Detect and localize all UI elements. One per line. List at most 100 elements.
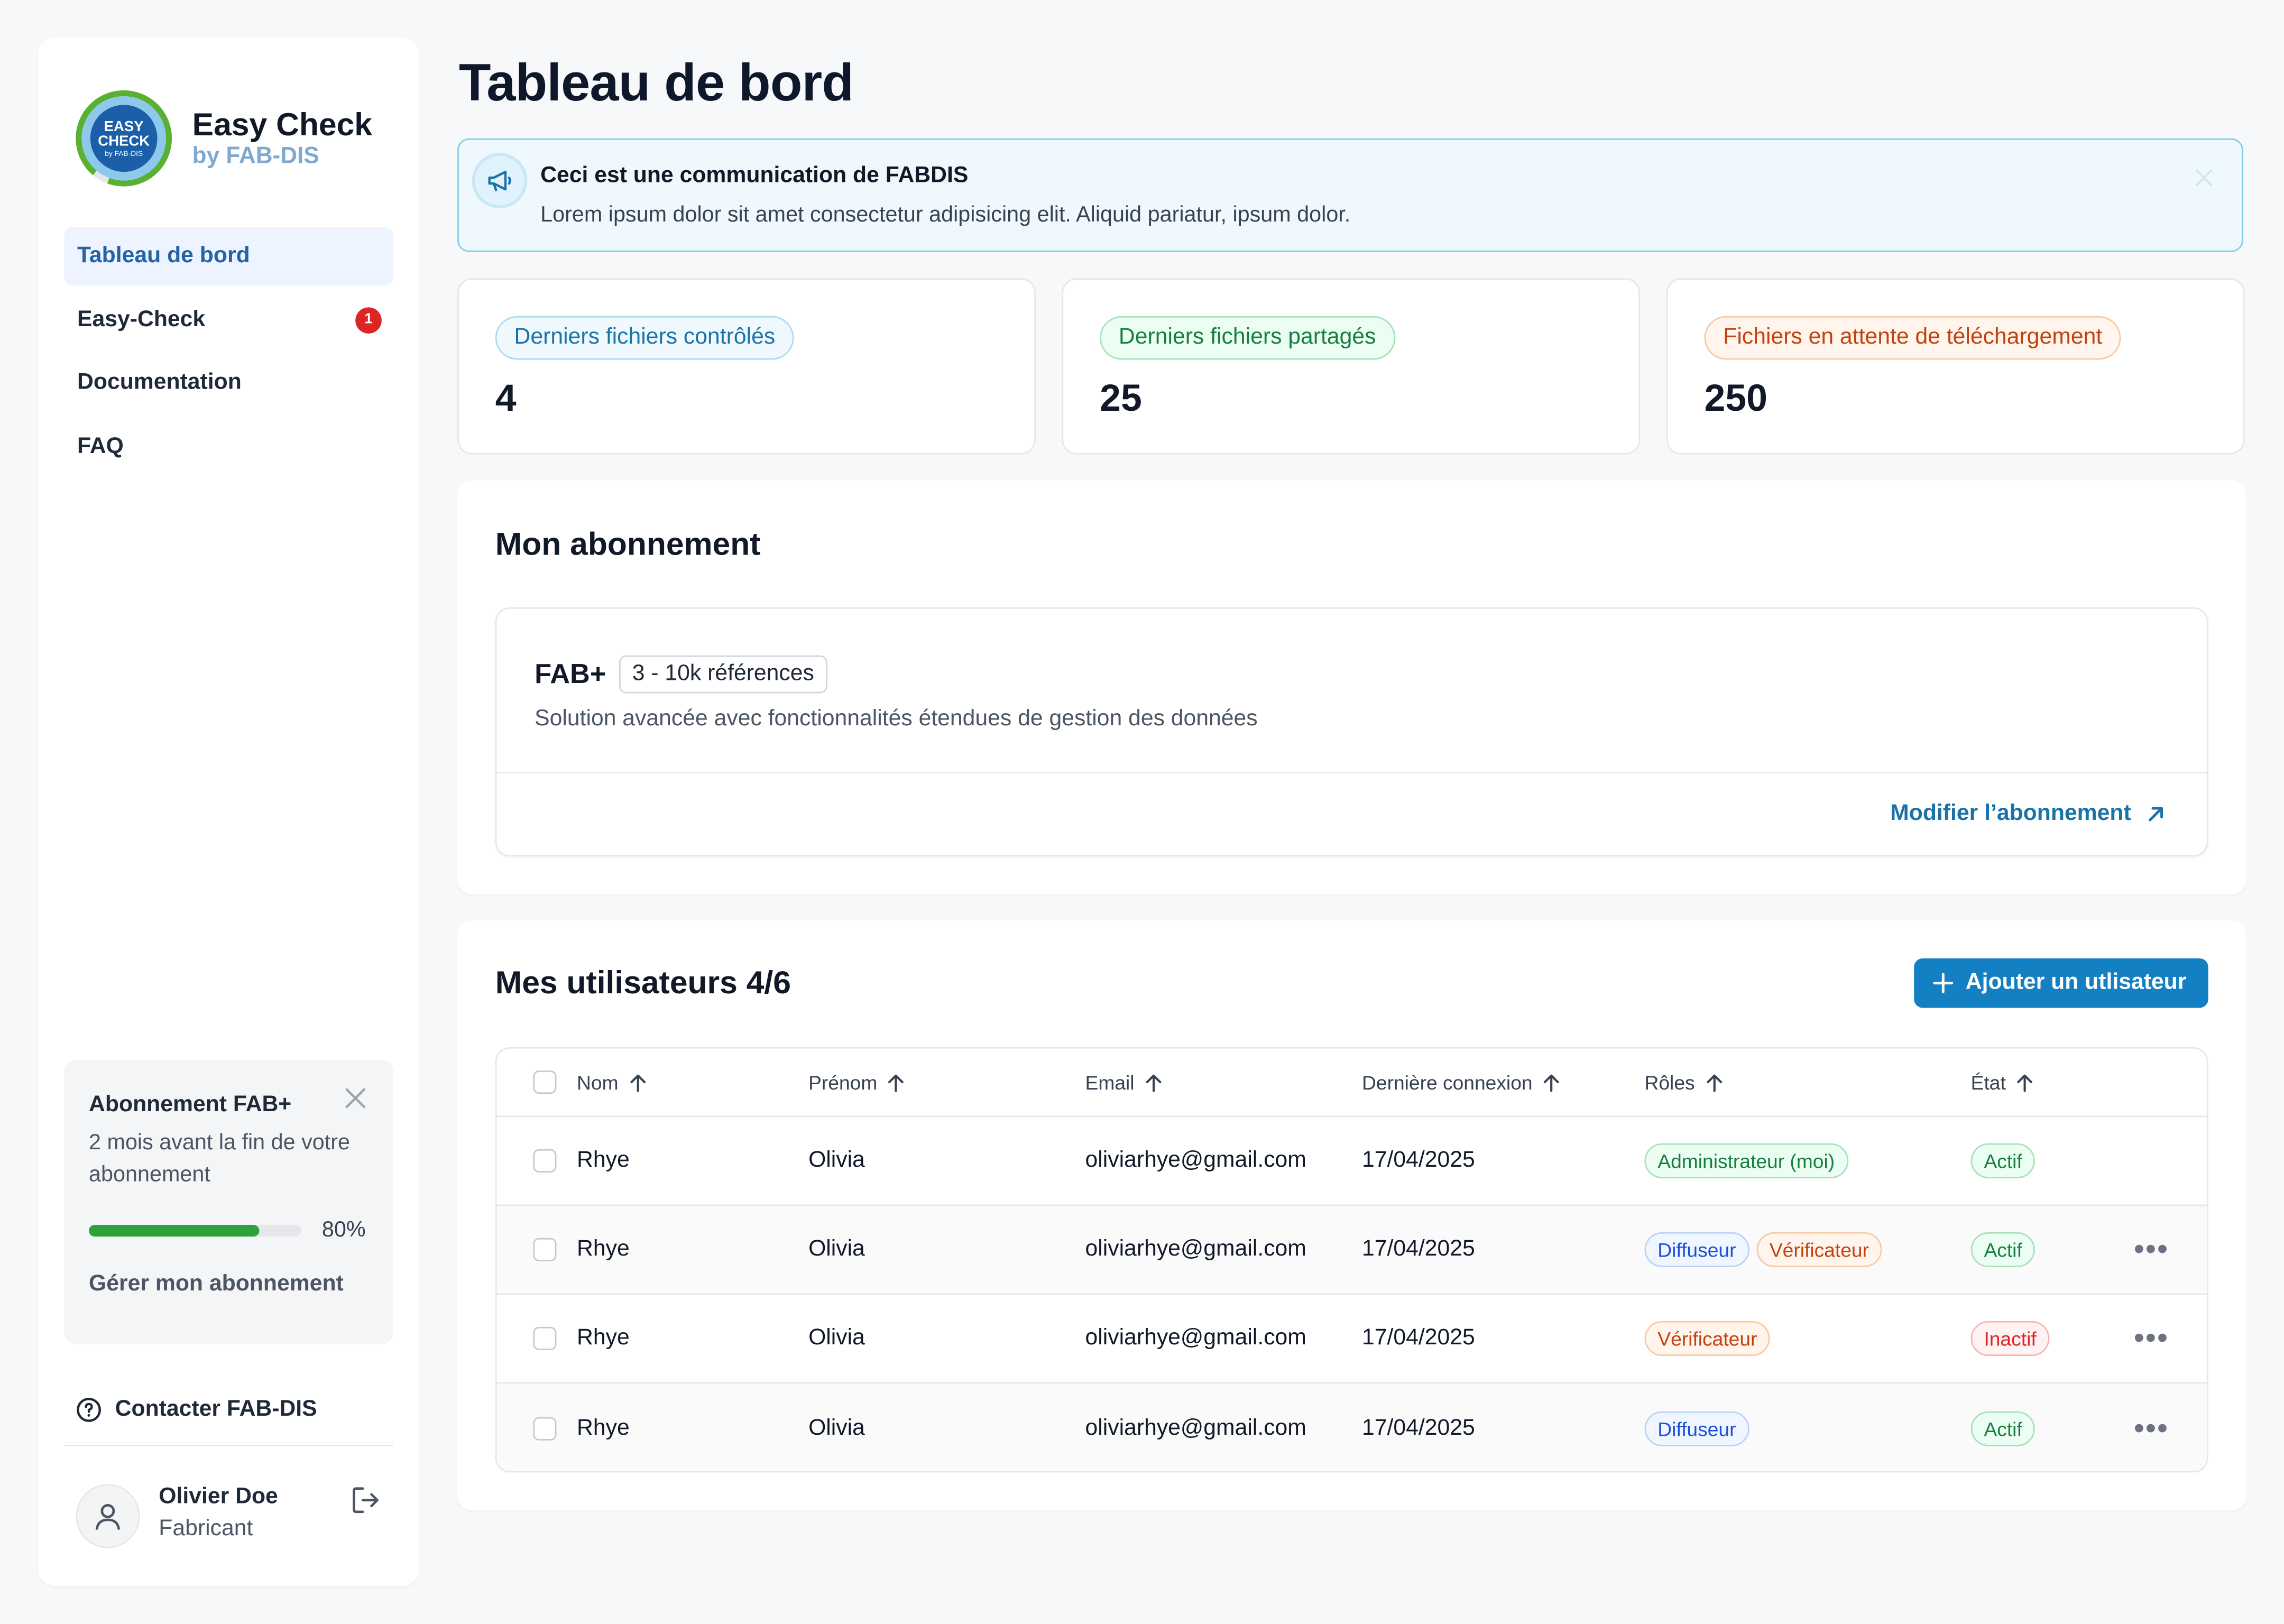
- sidebar-item-documentation[interactable]: Documentation: [64, 354, 393, 412]
- cell-prenom: Olivia: [808, 1415, 865, 1441]
- table-row[interactable]: Rhye Olivia oliviarhye@gmail.com 17/04/2…: [496, 1206, 2207, 1295]
- column-label: Prénom: [808, 1071, 878, 1093]
- column-label: Dernière connexion: [1362, 1071, 1533, 1093]
- sidebar: EASY CHECK by FAB-DIS Easy Check by FAB-…: [38, 38, 420, 1586]
- status-badge: Actif: [1970, 1232, 2036, 1267]
- add-user-button[interactable]: Ajouter un utlisateur: [1914, 958, 2208, 1008]
- users-table: Nom Prénom Email Dernière connexion Rôle…: [495, 1047, 2208, 1473]
- add-user-label: Ajouter un utlisateur: [1965, 970, 2187, 995]
- subscription-progress-label: 80%: [321, 1217, 366, 1243]
- stat-label: Derniers fichiers partagés: [1100, 316, 1395, 360]
- logo-line-3: by FAB-DIS: [105, 150, 143, 159]
- cell-last-login: 17/04/2025: [1362, 1415, 1475, 1441]
- row-checkbox[interactable]: [533, 1326, 557, 1350]
- modify-subscription-link[interactable]: Modifier l’abonnement: [1890, 801, 2166, 827]
- cell-prenom: Olivia: [808, 1325, 865, 1350]
- table-header: Nom Prénom Email Dernière connexion Rôle…: [496, 1049, 2207, 1118]
- role-badge: Administrateur (moi): [1644, 1143, 1848, 1178]
- column-label: Email: [1085, 1071, 1135, 1093]
- table-row[interactable]: Rhye Olivia oliviarhye@gmail.com 17/04/2…: [496, 1383, 2207, 1471]
- cell-email: oliviarhye@gmail.com: [1085, 1325, 1306, 1350]
- subscription-progress-bar: [89, 1224, 302, 1236]
- stat-label: Fichiers en attente de téléchargement: [1704, 316, 2122, 360]
- role-badge: Diffuseur: [1644, 1232, 1749, 1267]
- row-checkbox[interactable]: [533, 1149, 557, 1173]
- cell-email: oliviarhye@gmail.com: [1085, 1237, 1306, 1261]
- subscription-progress-fill: [89, 1224, 259, 1236]
- user-icon: [95, 1504, 120, 1530]
- avatar[interactable]: [76, 1484, 140, 1548]
- banner-title: Ceci est une communication de FABDIS: [540, 163, 969, 188]
- sidebar-nav: Tableau de bord Easy-Check 1 Documentati…: [64, 227, 393, 481]
- table-row[interactable]: Rhye Olivia oliviarhye@gmail.com 17/04/2…: [496, 1295, 2207, 1384]
- logo-line-2: CHECK: [98, 134, 150, 150]
- user-role: Fabricant: [159, 1516, 253, 1541]
- plus-icon: [1933, 973, 1954, 993]
- user-profile: Olivier Doe Fabricant: [76, 1484, 382, 1551]
- plan-divider: [496, 772, 2207, 773]
- column-header-roles[interactable]: Rôles: [1645, 1049, 1723, 1116]
- arrow-up-icon: [629, 1074, 645, 1092]
- row-checkbox[interactable]: [533, 1417, 557, 1441]
- column-label: Rôles: [1644, 1071, 1695, 1093]
- sidebar-item-label: Easy-Check: [77, 306, 206, 331]
- stat-card-shared: Derniers fichiers partagés 25: [1062, 278, 1641, 455]
- cell-last-login: 17/04/2025: [1362, 1325, 1475, 1350]
- cell-nom: Rhye: [577, 1325, 630, 1350]
- cell-nom: Rhye: [577, 1148, 630, 1173]
- more-options-icon[interactable]: •••: [2134, 1233, 2169, 1266]
- arrow-up-icon: [2017, 1074, 2033, 1092]
- role-badge: Diffuseur: [1644, 1411, 1749, 1446]
- plan-name: FAB+: [535, 660, 606, 690]
- subscription-panel: Mon abonnement FAB+ 3 - 10k références S…: [457, 481, 2246, 894]
- megaphone-icon: [472, 153, 528, 208]
- sidebar-divider: [64, 1445, 393, 1446]
- close-icon[interactable]: [2192, 166, 2215, 189]
- cell-prenom: Olivia: [808, 1237, 865, 1261]
- column-header-etat[interactable]: État: [1971, 1049, 2034, 1116]
- role-badge: Vérificateur: [1756, 1232, 1882, 1267]
- row-checkbox[interactable]: [533, 1238, 557, 1261]
- sidebar-item-faq[interactable]: FAQ: [64, 417, 393, 475]
- column-header-nom[interactable]: Nom: [577, 1049, 646, 1116]
- arrow-up-right-icon: [2149, 807, 2163, 822]
- logo[interactable]: EASY CHECK by FAB-DIS Easy Check by FAB-…: [76, 90, 372, 187]
- status-badge: Actif: [1970, 1143, 2036, 1178]
- status-badge: Actif: [1970, 1411, 2036, 1446]
- logo-line-1: EASY: [104, 119, 144, 136]
- subscription-card-title: Abonnement FAB+: [89, 1092, 292, 1118]
- more-options-icon[interactable]: •••: [2134, 1412, 2169, 1445]
- sidebar-item-label: Tableau de bord: [77, 243, 250, 268]
- status-badge: Inactif: [1970, 1321, 2050, 1356]
- close-icon[interactable]: [341, 1084, 370, 1113]
- communication-banner: Ceci est une communication de FABDIS Lor…: [457, 138, 2243, 252]
- modify-subscription-label: Modifier l’abonnement: [1890, 801, 2131, 826]
- column-header-prenom[interactable]: Prénom: [808, 1049, 905, 1116]
- stat-value: 4: [495, 375, 517, 420]
- arrow-up-icon: [1145, 1074, 1161, 1092]
- arrow-up-icon: [888, 1074, 904, 1092]
- notification-badge: 1: [355, 306, 382, 333]
- role-badge: Vérificateur: [1644, 1321, 1771, 1356]
- app-subtitle: by FAB-DIS: [192, 144, 319, 169]
- logo-icon: EASY CHECK by FAB-DIS: [76, 90, 172, 187]
- manage-subscription-link[interactable]: Gérer mon abonnement: [89, 1271, 369, 1298]
- subscription-reminder-card: Abonnement FAB+ 2 mois avant la fin de v…: [64, 1060, 393, 1344]
- sidebar-item-label: FAQ: [77, 433, 124, 458]
- cell-nom: Rhye: [577, 1415, 630, 1441]
- cell-prenom: Olivia: [808, 1148, 865, 1173]
- sidebar-item-tableau-de-bord[interactable]: Tableau de bord: [64, 227, 393, 285]
- sidebar-item-easy-check[interactable]: Easy-Check 1: [64, 291, 393, 349]
- more-options-icon[interactable]: •••: [2134, 1322, 2169, 1355]
- table-row[interactable]: Rhye Olivia oliviarhye@gmail.com 17/04/2…: [496, 1117, 2207, 1206]
- cell-nom: Rhye: [577, 1237, 630, 1261]
- users-panel: Mes utilisateurs 4/6 Ajouter un utlisate…: [457, 920, 2246, 1511]
- plan-card: FAB+ 3 - 10k références Solution avancée…: [495, 607, 2208, 856]
- column-header-derniere-connexion[interactable]: Dernière connexion: [1362, 1049, 1560, 1116]
- arrow-up-icon: [1543, 1074, 1559, 1092]
- page-title: Tableau de bord: [458, 52, 854, 113]
- logout-icon[interactable]: [349, 1484, 382, 1516]
- column-header-email[interactable]: Email: [1085, 1049, 1162, 1116]
- contact-link[interactable]: Contacter FAB-DIS: [76, 1397, 317, 1423]
- select-all-checkbox[interactable]: [533, 1070, 557, 1094]
